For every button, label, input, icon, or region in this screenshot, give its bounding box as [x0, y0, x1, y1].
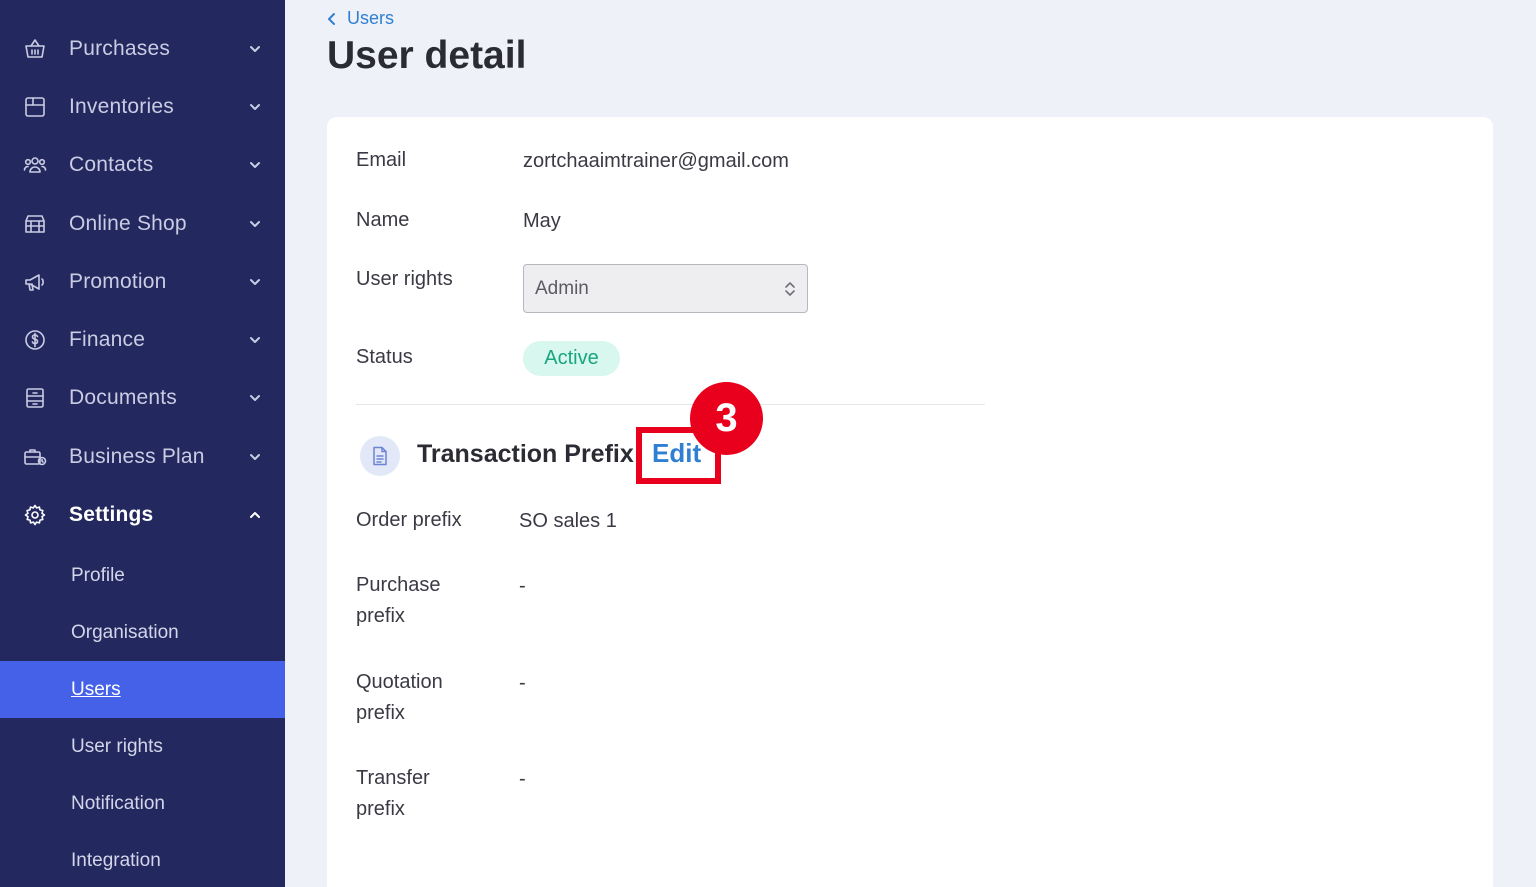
sidebar-item-label: Contacts: [69, 153, 154, 176]
chevron-down-icon: [248, 100, 262, 114]
shop-icon: [22, 211, 48, 237]
sidebar-subitem-label: Users: [71, 678, 121, 700]
sidebar-subitem-notification[interactable]: Notification: [0, 775, 285, 832]
chevron-up-icon: [248, 508, 262, 522]
sidebar-subitem-integration[interactable]: Integration: [0, 832, 285, 887]
sidebar-item-label: Documents: [69, 386, 178, 409]
quotation-prefix-value: -: [519, 672, 526, 694]
sidebar-subitem-profile[interactable]: Profile: [0, 547, 285, 604]
chevron-down-icon: [248, 42, 262, 56]
sidebar-item-contacts[interactable]: Contacts: [0, 136, 285, 194]
user-rights-label: User rights: [356, 268, 453, 290]
sidebar-item-label: Settings: [69, 503, 154, 526]
briefcase-icon: [22, 444, 48, 470]
sidebar-item-inventories[interactable]: Inventories: [0, 78, 285, 136]
quotation-prefix-label-line2: prefix: [356, 702, 405, 724]
status-label: Status: [356, 346, 413, 368]
document-icon: [360, 436, 400, 476]
sidebar-subitem-label: User rights: [71, 735, 163, 757]
purchase-prefix-label-line1: Purchase: [356, 574, 441, 596]
people-icon: [22, 152, 48, 178]
chevron-down-icon: [248, 217, 262, 231]
chevron-down-icon: [248, 391, 262, 405]
sidebar-item-label: Promotion: [69, 270, 167, 293]
dollar-circle-icon: [22, 327, 48, 353]
sidebar-subitem-label: Organisation: [71, 621, 179, 643]
sidebar-item-label: Inventories: [69, 95, 174, 118]
email-value: zortchaaimtrainer@gmail.com: [523, 150, 789, 172]
megaphone-icon: [22, 269, 48, 295]
user-rights-selected-value: Admin: [535, 277, 589, 299]
chevron-left-icon: [328, 12, 335, 25]
quotation-prefix-label-line1: Quotation: [356, 671, 443, 693]
basket-icon: [22, 36, 48, 62]
sidebar-item-documents[interactable]: Documents: [0, 369, 285, 427]
sidebar-item-settings[interactable]: Settings: [0, 486, 285, 544]
gear-icon: [22, 502, 48, 528]
sidebar-item-label: Finance: [69, 328, 146, 351]
user-detail-card: [327, 117, 1493, 887]
order-prefix-label: Order prefix: [356, 509, 462, 531]
sidebar-item-finance[interactable]: Finance: [0, 311, 285, 369]
transaction-prefix-title: Transaction Prefix: [417, 440, 634, 468]
status-badge: Active: [523, 341, 620, 376]
chevron-down-icon: [248, 333, 262, 347]
annotation-step-badge: 3: [690, 382, 763, 455]
chevron-down-icon: [248, 450, 262, 464]
sidebar-item-purchases[interactable]: Purchases: [0, 20, 285, 78]
sidebar-subitem-label: Profile: [71, 564, 125, 586]
sidebar-item-promotion[interactable]: Promotion: [0, 253, 285, 311]
name-value: May: [523, 210, 561, 232]
transfer-prefix-label-line1: Transfer: [356, 767, 430, 789]
sidebar: Purchases Inventories Contacts Online Sh…: [0, 0, 285, 887]
sidebar-item-label: Purchases: [69, 37, 171, 60]
sidebar-item-online-shop[interactable]: Online Shop: [0, 195, 285, 253]
purchase-prefix-value: -: [519, 575, 526, 597]
purchase-prefix-label-line2: prefix: [356, 605, 405, 627]
sidebar-item-label: Online Shop: [69, 212, 187, 235]
breadcrumb-back-link[interactable]: Users: [326, 8, 394, 29]
order-prefix-value: SO sales 1: [519, 510, 617, 532]
transfer-prefix-value: -: [519, 768, 526, 790]
sidebar-subitem-label: Integration: [71, 849, 161, 871]
section-divider: [356, 404, 985, 405]
email-label: Email: [356, 149, 407, 171]
name-label: Name: [356, 209, 410, 231]
sidebar-item-business-plan[interactable]: Business Plan: [0, 428, 285, 486]
page-title: User detail: [327, 34, 527, 77]
transfer-prefix-label-line2: prefix: [356, 798, 405, 820]
box-icon: [22, 94, 48, 120]
sidebar-subitem-user-rights[interactable]: User rights: [0, 718, 285, 775]
sidebar-subitem-users[interactable]: Users: [0, 661, 285, 718]
document-icon: [22, 385, 48, 411]
sidebar-subitem-label: Notification: [71, 792, 165, 814]
breadcrumb-label: Users: [347, 8, 395, 28]
chevron-down-icon: [248, 275, 262, 289]
chevron-down-icon: [248, 158, 262, 172]
sidebar-item-label: Business Plan: [69, 445, 205, 468]
user-rights-select[interactable]: Admin: [523, 264, 808, 313]
select-updown-icon: [783, 280, 797, 298]
sidebar-subitem-organisation[interactable]: Organisation: [0, 604, 285, 661]
